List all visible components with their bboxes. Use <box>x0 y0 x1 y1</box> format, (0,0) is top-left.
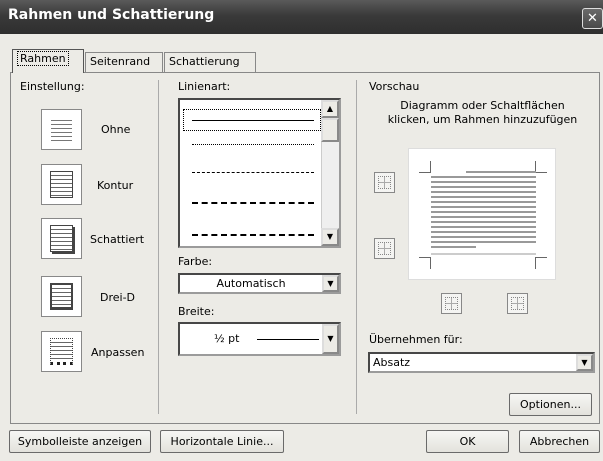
preview-heading: Vorschau <box>369 80 420 93</box>
tab-schattierung[interactable]: Schattierung <box>164 52 256 72</box>
setting-custom-label[interactable]: Anpassen <box>91 346 144 359</box>
scroll-thumb[interactable] <box>321 118 339 142</box>
preview-diagram[interactable] <box>408 148 556 280</box>
color-label: Farbe: <box>178 255 213 268</box>
line-option-dashed-fine[interactable] <box>192 172 314 173</box>
preview-instructions: Diagramm oder Schaltflächen klicken, um … <box>387 99 578 126</box>
close-button[interactable]: ✕ <box>582 8 603 29</box>
line-option-dotted[interactable] <box>192 144 314 145</box>
width-value: ½ pt <box>214 332 240 345</box>
top-border-icon <box>378 176 391 189</box>
apply-to-value: Absatz <box>373 356 411 369</box>
apply-to-select[interactable]: Absatz ▼ <box>368 352 595 373</box>
setting-shadow-icon[interactable] <box>41 218 82 259</box>
ok-button[interactable]: OK <box>426 430 509 453</box>
setting-none-icon[interactable] <box>41 109 82 150</box>
setting-box-icon[interactable] <box>41 164 82 205</box>
line-style-list[interactable] <box>178 98 341 248</box>
left-border-button[interactable] <box>441 293 462 314</box>
options-button[interactable]: Optionen... <box>509 393 592 416</box>
width-sample-line <box>257 339 319 340</box>
settings-heading: Einstellung: <box>20 80 85 93</box>
setting-3d-icon[interactable] <box>41 276 82 317</box>
right-border-button[interactable] <box>507 293 528 314</box>
color-select[interactable]: Automatisch ▼ <box>178 273 341 294</box>
width-label: Breite: <box>178 305 215 318</box>
tab-rahmen[interactable]: Rahmen <box>12 49 84 73</box>
right-border-icon <box>511 297 524 310</box>
setting-box-label[interactable]: Kontur <box>97 179 133 192</box>
window-title: Rahmen und Schattierung <box>8 7 215 23</box>
show-toolbar-button[interactable]: Symbolleiste anzeigen <box>9 430 151 453</box>
corner-mark <box>535 257 547 269</box>
apply-to-label: Übernehmen für: <box>369 333 463 346</box>
setting-custom-icon[interactable] <box>41 331 82 372</box>
tab-label: Rahmen <box>17 51 69 66</box>
setting-shadow-label[interactable]: Schattiert <box>90 233 144 246</box>
setting-none-label[interactable]: Ohne <box>101 123 130 136</box>
scroll-up-button[interactable]: ▲ <box>321 100 339 118</box>
corner-mark <box>419 161 431 173</box>
tab-label: Seitenrand <box>90 55 151 68</box>
tab-label: Schattierung <box>169 55 240 68</box>
color-value: Automatisch <box>216 277 286 290</box>
bottom-border-icon <box>378 242 391 255</box>
corner-mark <box>535 161 547 173</box>
chevron-down-icon[interactable]: ▼ <box>322 275 339 292</box>
scroll-down-button[interactable]: ▼ <box>321 228 339 246</box>
chevron-down-icon[interactable]: ▼ <box>322 324 339 354</box>
tab-seitenrand[interactable]: Seitenrand <box>85 52 163 72</box>
bottom-border-button[interactable] <box>374 238 395 259</box>
line-option-solid[interactable] <box>192 120 314 121</box>
width-select[interactable]: ½ pt ▼ <box>178 322 341 356</box>
top-border-button[interactable] <box>374 172 395 193</box>
divider <box>158 80 159 414</box>
corner-mark <box>419 257 431 269</box>
line-option-dashed[interactable] <box>192 202 314 204</box>
line-style-label: Linienart: <box>178 80 231 93</box>
line-option-dash-dot[interactable] <box>192 234 314 236</box>
chevron-down-icon[interactable]: ▼ <box>576 354 593 371</box>
setting-3d-label[interactable]: Drei-D <box>100 291 135 304</box>
horizontal-line-button[interactable]: Horizontale Linie... <box>160 430 284 453</box>
divider <box>356 80 357 414</box>
cancel-button[interactable]: Abbrechen <box>519 430 600 453</box>
left-border-icon <box>445 297 458 310</box>
